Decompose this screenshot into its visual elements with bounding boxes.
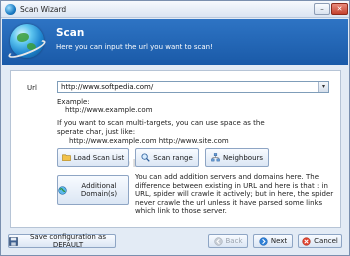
window-title: Scan Wizard — [20, 5, 67, 14]
example-label: Example: — [57, 98, 90, 106]
cancel-x-icon — [302, 236, 311, 246]
save-default-button[interactable]: Save configuration as DEFAULT — [8, 233, 116, 249]
page-title: Scan — [56, 27, 85, 39]
floppy-disk-icon — [9, 236, 18, 246]
minimize-button[interactable]: – — [314, 3, 330, 15]
magnifier-icon — [141, 153, 150, 162]
cancel-label: Cancel — [314, 237, 338, 245]
example-value: http://www.example.com — [65, 106, 153, 114]
additional-domains-label: Additional Domain(s) — [80, 182, 118, 198]
close-button[interactable]: ✕ — [331, 3, 348, 15]
folder-icon — [61, 154, 71, 161]
cancel-button[interactable]: Cancel — [298, 234, 342, 248]
wizard-header: Scan Here you can input the url you want… — [2, 19, 348, 65]
back-arrow-icon — [213, 236, 223, 246]
next-arrow-icon — [259, 236, 268, 246]
scan-wizard-window: Scan Wizard – ✕ Scan Here you can input … — [0, 0, 350, 256]
additional-domains-button[interactable]: Additional Domain(s) — [57, 175, 129, 205]
neighbours-button[interactable]: Neighbours — [205, 148, 269, 167]
next-label: Next — [270, 237, 288, 245]
page-subtitle: Here you can input the url you want to s… — [56, 43, 213, 51]
url-input[interactable] — [57, 81, 329, 93]
globe-icon — [6, 24, 48, 62]
network-icon — [211, 153, 220, 162]
multi-target-hint: If you want to scan multi-targets, you c… — [57, 119, 265, 136]
load-scan-list-label: Load Scan List — [73, 153, 125, 162]
neighbours-label: Neighbours — [222, 153, 264, 162]
title-bar[interactable]: Scan Wizard – ✕ — [1, 1, 349, 18]
url-label: Url — [27, 84, 37, 92]
app-icon — [5, 4, 16, 15]
back-button[interactable]: Back — [208, 234, 248, 248]
url-dropdown-button[interactable]: ▾ — [318, 82, 328, 92]
globe-small-icon — [58, 185, 67, 195]
multi-target-example: http://www.example.com http://www.site.c… — [69, 137, 229, 145]
save-default-label: Save configuration as DEFAULT — [29, 233, 106, 249]
additional-domains-hint: You can add addition servers and domains… — [135, 173, 334, 215]
scan-panel: Url ▾ Example: http://www.example.com If… — [10, 70, 341, 228]
chevron-down-icon: ▾ — [321, 83, 325, 90]
next-button[interactable]: Next — [253, 234, 293, 248]
load-scan-list-button[interactable]: Load Scan List — [57, 148, 129, 167]
scan-range-button[interactable]: Scan range — [135, 148, 199, 167]
back-label: Back — [225, 237, 243, 245]
scan-range-label: Scan range — [153, 153, 193, 162]
